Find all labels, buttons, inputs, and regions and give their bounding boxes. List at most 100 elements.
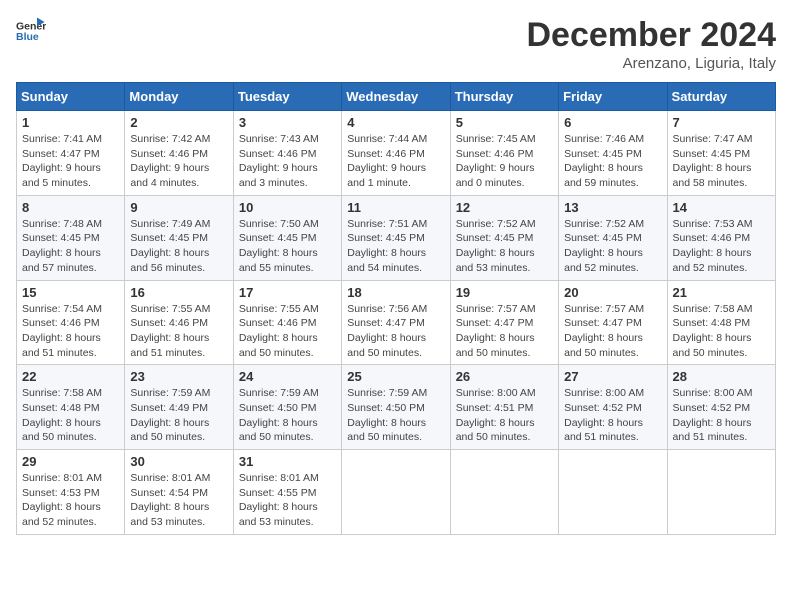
day-number: 5 <box>456 115 553 130</box>
calendar-header-row: Sunday Monday Tuesday Wednesday Thursday… <box>17 83 776 111</box>
col-tuesday: Tuesday <box>233 83 341 111</box>
table-row: 30Sunrise: 8:01 AMSunset: 4:54 PMDayligh… <box>125 450 233 535</box>
day-info: Sunrise: 7:54 AMSunset: 4:46 PMDaylight:… <box>22 302 119 361</box>
day-number: 25 <box>347 369 444 384</box>
table-row: 1 Sunrise: 7:41 AMSunset: 4:47 PMDaylight… <box>17 111 125 196</box>
day-number: 11 <box>347 200 444 215</box>
calendar-week-row: 22 Sunrise: 7:58 AMSunset: 4:48 PMDayligh… <box>17 365 776 450</box>
day-info: Sunrise: 7:58 AMSunset: 4:48 PMDaylight:… <box>22 386 119 445</box>
day-info: Sunrise: 7:52 AMSunset: 4:45 PMDaylight:… <box>456 217 553 276</box>
day-info: Sunrise: 7:59 AMSunset: 4:50 PMDaylight:… <box>239 386 336 445</box>
day-number: 1 <box>22 115 119 130</box>
table-row: 29 Sunrise: 8:01 AMSunset: 4:53 PMDayligh… <box>17 450 125 535</box>
day-number: 12 <box>456 200 553 215</box>
page-header: General Blue December 2024 Arenzano, Lig… <box>16 16 776 72</box>
table-row: 28Sunrise: 8:00 AMSunset: 4:52 PMDayligh… <box>667 365 775 450</box>
col-thursday: Thursday <box>450 83 558 111</box>
table-row: 6Sunrise: 7:46 AMSunset: 4:45 PMDaylight… <box>559 111 667 196</box>
day-number: 3 <box>239 115 336 130</box>
col-saturday: Saturday <box>667 83 775 111</box>
table-row: 25 Sunrise: 7:59 AMSunset: 4:50 PMDayligh… <box>342 365 450 450</box>
location-subtitle: Arenzano, Liguria, Italy <box>526 55 776 72</box>
table-row: 26 Sunrise: 8:00 AMSunset: 4:51 PMDayligh… <box>450 365 558 450</box>
title-block: December 2024 Arenzano, Liguria, Italy <box>526 16 776 72</box>
table-row: 5 Sunrise: 7:45 AMSunset: 4:46 PMDaylight… <box>450 111 558 196</box>
day-number: 22 <box>22 369 119 384</box>
day-info: Sunrise: 8:01 AMSunset: 4:53 PMDaylight:… <box>22 471 119 530</box>
day-number: 27 <box>564 369 661 384</box>
day-info: Sunrise: 7:52 AMSunset: 4:45 PMDaylight:… <box>564 217 661 276</box>
day-info: Sunrise: 7:59 AMSunset: 4:50 PMDaylight:… <box>347 386 444 445</box>
table-row <box>559 450 667 535</box>
day-info: Sunrise: 7:44 AMSunset: 4:46 PMDaylight:… <box>347 132 444 191</box>
table-row: 20 Sunrise: 7:57 AMSunset: 4:47 PMDayligh… <box>559 280 667 365</box>
day-info: Sunrise: 8:00 AMSunset: 4:51 PMDaylight:… <box>456 386 553 445</box>
col-sunday: Sunday <box>17 83 125 111</box>
day-number: 9 <box>130 200 227 215</box>
table-row: 24Sunrise: 7:59 AMSunset: 4:50 PMDayligh… <box>233 365 341 450</box>
day-info: Sunrise: 7:45 AMSunset: 4:46 PMDaylight:… <box>456 132 553 191</box>
day-info: Sunrise: 7:55 AMSunset: 4:46 PMDaylight:… <box>239 302 336 361</box>
day-info: Sunrise: 7:41 AMSunset: 4:47 PMDaylight:… <box>22 132 119 191</box>
table-row: 27 Sunrise: 8:00 AMSunset: 4:52 PMDayligh… <box>559 365 667 450</box>
table-row: 2 Sunrise: 7:42 AMSunset: 4:46 PMDaylight… <box>125 111 233 196</box>
day-info: Sunrise: 7:57 AMSunset: 4:47 PMDaylight:… <box>456 302 553 361</box>
calendar-week-row: 29 Sunrise: 8:01 AMSunset: 4:53 PMDayligh… <box>17 450 776 535</box>
col-friday: Friday <box>559 83 667 111</box>
day-number: 18 <box>347 285 444 300</box>
day-info: Sunrise: 7:57 AMSunset: 4:47 PMDaylight:… <box>564 302 661 361</box>
month-title: December 2024 <box>526 16 776 55</box>
calendar-week-row: 8 Sunrise: 7:48 AMSunset: 4:45 PMDaylight… <box>17 195 776 280</box>
table-row: 31Sunrise: 8:01 AMSunset: 4:55 PMDayligh… <box>233 450 341 535</box>
day-number: 10 <box>239 200 336 215</box>
logo-icon: General Blue <box>16 16 46 46</box>
day-number: 7 <box>673 115 770 130</box>
day-info: Sunrise: 7:49 AMSunset: 4:45 PMDaylight:… <box>130 217 227 276</box>
col-wednesday: Wednesday <box>342 83 450 111</box>
day-number: 8 <box>22 200 119 215</box>
day-info: Sunrise: 7:53 AMSunset: 4:46 PMDaylight:… <box>673 217 770 276</box>
svg-text:Blue: Blue <box>16 31 39 43</box>
day-info: Sunrise: 7:58 AMSunset: 4:48 PMDaylight:… <box>673 302 770 361</box>
table-row: 9 Sunrise: 7:49 AMSunset: 4:45 PMDaylight… <box>125 195 233 280</box>
day-number: 23 <box>130 369 227 384</box>
day-number: 26 <box>456 369 553 384</box>
logo: General Blue <box>16 16 46 46</box>
day-info: Sunrise: 7:46 AMSunset: 4:45 PMDaylight:… <box>564 132 661 191</box>
day-number: 2 <box>130 115 227 130</box>
day-number: 13 <box>564 200 661 215</box>
table-row: 10 Sunrise: 7:50 AMSunset: 4:45 PMDayligh… <box>233 195 341 280</box>
day-info: Sunrise: 7:42 AMSunset: 4:46 PMDaylight:… <box>130 132 227 191</box>
day-number: 16 <box>130 285 227 300</box>
day-info: Sunrise: 7:51 AMSunset: 4:45 PMDaylight:… <box>347 217 444 276</box>
calendar-table: Sunday Monday Tuesday Wednesday Thursday… <box>16 82 776 535</box>
day-number: 14 <box>673 200 770 215</box>
day-info: Sunrise: 7:55 AMSunset: 4:46 PMDaylight:… <box>130 302 227 361</box>
table-row: 12 Sunrise: 7:52 AMSunset: 4:45 PMDayligh… <box>450 195 558 280</box>
day-number: 17 <box>239 285 336 300</box>
day-info: Sunrise: 8:00 AMSunset: 4:52 PMDaylight:… <box>564 386 661 445</box>
table-row: 13 Sunrise: 7:52 AMSunset: 4:45 PMDayligh… <box>559 195 667 280</box>
day-number: 30 <box>130 454 227 469</box>
day-info: Sunrise: 7:50 AMSunset: 4:45 PMDaylight:… <box>239 217 336 276</box>
table-row: 23Sunrise: 7:59 AMSunset: 4:49 PMDayligh… <box>125 365 233 450</box>
calendar-week-row: 1 Sunrise: 7:41 AMSunset: 4:47 PMDaylight… <box>17 111 776 196</box>
table-row: 3 Sunrise: 7:43 AMSunset: 4:46 PMDaylight… <box>233 111 341 196</box>
table-row: 4Sunrise: 7:44 AMSunset: 4:46 PMDaylight… <box>342 111 450 196</box>
table-row: 21Sunrise: 7:58 AMSunset: 4:48 PMDayligh… <box>667 280 775 365</box>
day-number: 31 <box>239 454 336 469</box>
day-number: 19 <box>456 285 553 300</box>
table-row: 16 Sunrise: 7:55 AMSunset: 4:46 PMDayligh… <box>125 280 233 365</box>
table-row: 11 Sunrise: 7:51 AMSunset: 4:45 PMDayligh… <box>342 195 450 280</box>
table-row: 7Sunrise: 7:47 AMSunset: 4:45 PMDaylight… <box>667 111 775 196</box>
day-number: 15 <box>22 285 119 300</box>
day-number: 28 <box>673 369 770 384</box>
calendar-week-row: 15 Sunrise: 7:54 AMSunset: 4:46 PMDayligh… <box>17 280 776 365</box>
day-number: 20 <box>564 285 661 300</box>
day-number: 29 <box>22 454 119 469</box>
day-info: Sunrise: 7:48 AMSunset: 4:45 PMDaylight:… <box>22 217 119 276</box>
col-monday: Monday <box>125 83 233 111</box>
table-row <box>450 450 558 535</box>
day-info: Sunrise: 7:43 AMSunset: 4:46 PMDaylight:… <box>239 132 336 191</box>
table-row: 17 Sunrise: 7:55 AMSunset: 4:46 PMDayligh… <box>233 280 341 365</box>
